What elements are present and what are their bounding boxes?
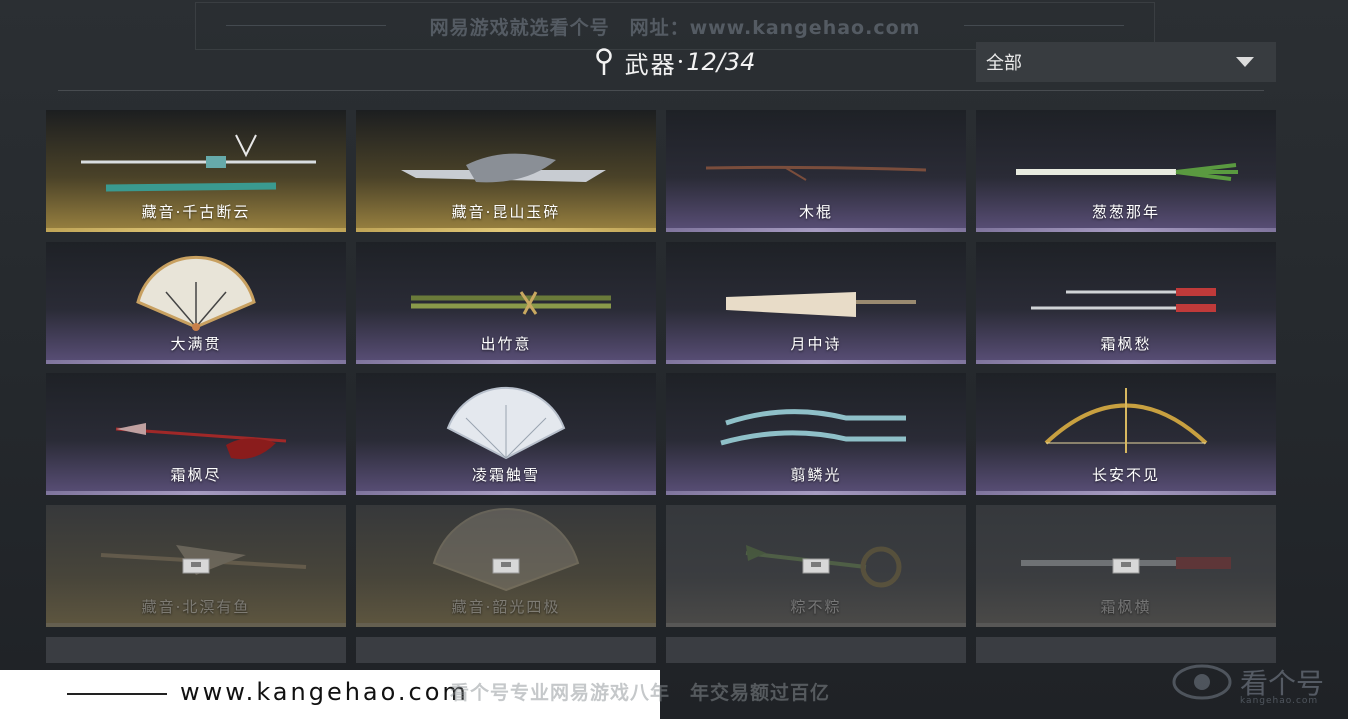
- weapon-card[interactable]: 藏音·昆山玉碎: [356, 110, 656, 232]
- long-spear-icon: [100, 544, 307, 575]
- weapon-name: 翦鳞光: [790, 466, 842, 484]
- weapon-card[interactable]: 月中诗: [666, 241, 966, 364]
- footer-watermark-text: 看个号专业网易游戏八年 年交易额过百亿: [450, 682, 831, 704]
- weapon-name: 长安不见: [1091, 466, 1160, 484]
- weapon-name: 葱葱那年: [1091, 203, 1160, 221]
- weapon-card[interactable]: 藏音·北溟有鱼: [46, 504, 346, 627]
- scallion-icon: [1016, 163, 1238, 181]
- sword-and-scabbard-icon: [81, 134, 316, 192]
- ornate-blade-icon: [401, 153, 606, 183]
- ornament-line-left: [226, 25, 386, 26]
- ornament-line-right: [964, 25, 1124, 26]
- weapon-card[interactable]: 大满贯: [46, 241, 346, 364]
- weapon-name: 藏音·昆山玉碎: [451, 203, 561, 221]
- weapon-name: 木棍: [798, 203, 833, 221]
- weapon-name: 凌霜触雪: [471, 466, 540, 484]
- top-watermark-text: 网易游戏就选看个号 网址：www.kangehao.com: [429, 16, 921, 39]
- weapon-card-stub[interactable]: [356, 637, 656, 663]
- weapon-card[interactable]: 藏音·千古断云: [46, 110, 346, 232]
- weapon-name: 藏音·北溟有鱼: [141, 597, 251, 616]
- zongzi-staff-icon: [745, 544, 902, 587]
- weapon-card[interactable]: 藏音·韶光四极: [356, 504, 656, 627]
- weapon-card[interactable]: 翦鳞光: [666, 373, 966, 495]
- lock-icon: [492, 558, 520, 573]
- footer-rule: [67, 693, 167, 695]
- collection-count: 12/34: [686, 48, 756, 76]
- weapon-name: 月中诗: [790, 334, 842, 353]
- wooden-stick-icon: [705, 165, 927, 181]
- weapon-card[interactable]: 霜枫横: [976, 504, 1276, 627]
- logo-subtext: kangehao.com: [1240, 696, 1319, 706]
- folding-fan-icon: [136, 255, 256, 331]
- filter-selected-value: 全部: [986, 53, 1022, 74]
- weapon-card[interactable]: 霜枫愁: [976, 241, 1276, 364]
- weapon-name: 藏音·千古断云: [141, 203, 251, 221]
- twin-blades-icon: [1031, 287, 1216, 312]
- weapon-name: 霜枫横: [1100, 597, 1152, 616]
- weapon-name: 出竹意: [480, 334, 532, 353]
- chevron-down-icon[interactable]: [1236, 57, 1254, 67]
- filter-dropdown[interactable]: 全部: [976, 42, 1276, 82]
- dual-curved-blades-icon: [720, 409, 906, 446]
- weapon-card-stub[interactable]: [666, 637, 966, 663]
- location-pin-icon: [595, 48, 612, 75]
- footer-url: www.kangehao.com: [180, 678, 469, 706]
- golden-bow-icon: [1044, 388, 1208, 453]
- broad-blade-icon: [1021, 556, 1231, 569]
- weapon-name: 霜枫愁: [1100, 334, 1152, 353]
- kangehao-logo: 看个号 kangehao.com: [1170, 656, 1340, 712]
- bamboo-staff-icon: [411, 290, 611, 315]
- eye-logo-icon: [1172, 664, 1232, 700]
- weapon-card-stub[interactable]: [46, 637, 346, 663]
- lock-icon: [182, 558, 210, 573]
- weapon-name: 藏音·韶光四极: [451, 597, 561, 616]
- weapon-card[interactable]: 霜枫尽: [46, 373, 346, 495]
- umbrella-icon: [726, 291, 916, 317]
- weapon-card[interactable]: 凌霜触雪: [356, 373, 656, 495]
- spear-icon: [115, 423, 287, 459]
- weapon-card[interactable]: 木棍: [666, 110, 966, 232]
- weapon-card[interactable]: 粽不粽: [666, 504, 966, 627]
- title-separator: ·: [676, 48, 687, 76]
- category-title: 武器: [624, 50, 677, 79]
- weapon-name: 霜枫尽: [170, 466, 222, 484]
- lock-icon: [802, 558, 830, 573]
- lace-fan-icon: [446, 386, 566, 460]
- weapon-card[interactable]: 出竹意: [356, 241, 656, 364]
- weapon-card[interactable]: 葱葱那年: [976, 110, 1276, 232]
- weapon-name: 粽不粽: [790, 597, 842, 616]
- grand-fan-icon: [432, 507, 580, 591]
- header-divider: [58, 90, 1264, 91]
- weapon-card[interactable]: 长安不见: [976, 373, 1276, 495]
- weapon-name: 大满贯: [170, 334, 222, 353]
- lock-icon: [1112, 558, 1140, 573]
